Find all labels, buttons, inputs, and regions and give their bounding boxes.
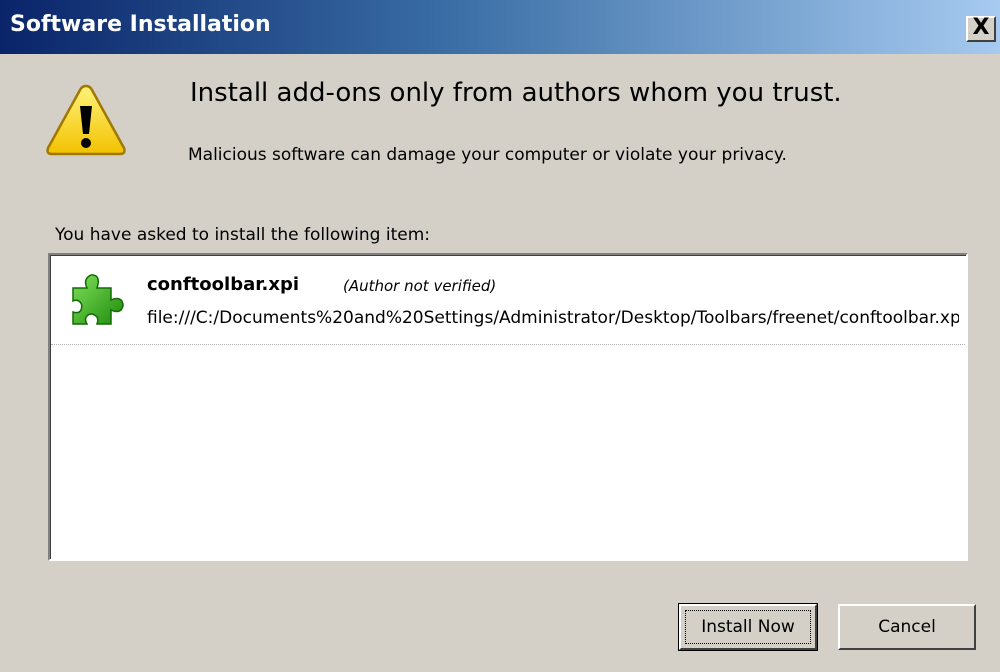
item-url: file:///C:/Documents%20and%20Settings/Ad…	[147, 308, 959, 328]
list-item[interactable]: conftoolbar.xpi (Author not verified) fi…	[51, 256, 966, 345]
close-button[interactable]: X	[966, 16, 996, 42]
install-item-list[interactable]: conftoolbar.xpi (Author not verified) fi…	[48, 253, 968, 561]
cancel-button[interactable]: Cancel	[838, 604, 976, 650]
item-author-status: (Author not verified)	[343, 277, 497, 295]
warning-headline: Install add-ons only from authors whom y…	[190, 78, 842, 108]
title-bar[interactable]: Software Installation X	[0, 0, 1000, 54]
warning-subtext: Malicious software can damage your compu…	[188, 145, 787, 165]
puzzle-piece-icon	[72, 274, 124, 325]
install-prompt: You have asked to install the following …	[55, 225, 431, 245]
install-item-list-inner: conftoolbar.xpi (Author not verified) fi…	[50, 255, 966, 559]
close-icon: X	[972, 15, 990, 40]
warning-icon	[46, 84, 126, 156]
install-now-label: Install Now	[701, 617, 795, 637]
window-title: Software Installation	[10, 12, 271, 37]
cancel-label: Cancel	[878, 617, 936, 637]
install-now-button[interactable]: Install Now	[678, 603, 818, 651]
item-name: conftoolbar.xpi	[147, 274, 300, 295]
